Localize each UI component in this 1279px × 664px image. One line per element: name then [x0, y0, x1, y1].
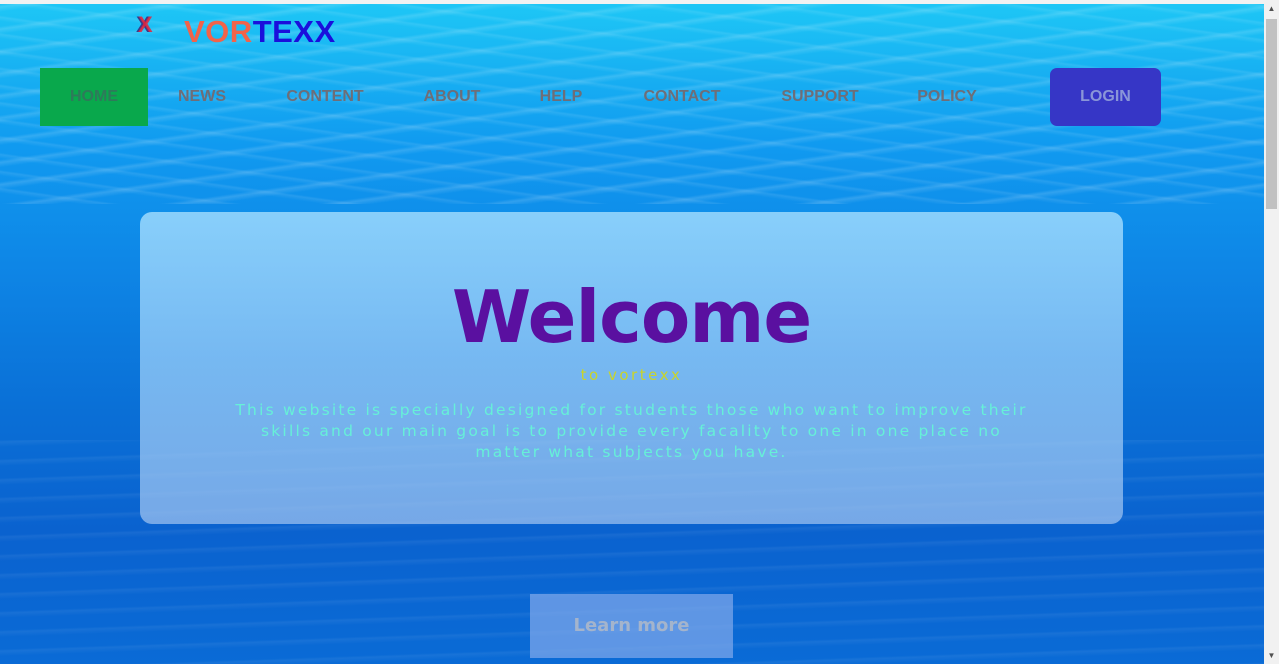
vertical-scrollbar[interactable]: ▲ ▼	[1264, 0, 1279, 664]
welcome-card: Welcome to vortexx This website is speci…	[140, 212, 1123, 524]
triangle-up-icon[interactable]: ▲	[1264, 0, 1279, 17]
top-border	[0, 0, 1264, 4]
logo-icon[interactable]: X X	[136, 12, 158, 38]
nav-item-news[interactable]: NEWS	[166, 68, 238, 126]
brand-name-part2: TEXX	[252, 14, 336, 49]
login-button[interactable]: LOGIN	[1050, 68, 1161, 126]
nav-item-support[interactable]: SUPPORT	[770, 68, 870, 126]
tagline: to vortexx	[580, 366, 683, 384]
brand-name[interactable]: VORTEXX	[184, 14, 336, 50]
brand-name-part1: VOR	[184, 14, 253, 49]
nav-item-policy[interactable]: POLICY	[908, 68, 986, 126]
nav-item-content[interactable]: CONTENT	[276, 68, 374, 126]
nav-item-contact[interactable]: CONTACT	[630, 68, 734, 126]
learn-more-button[interactable]: Learn more	[530, 594, 733, 658]
page-title: Welcome	[451, 275, 812, 359]
triangle-down-icon[interactable]: ▼	[1264, 647, 1279, 664]
nav-item-help[interactable]: HELP	[530, 68, 592, 126]
nav-item-home[interactable]: HOME	[40, 68, 148, 126]
description: This website is specially designed for s…	[235, 401, 1028, 461]
scroll-thumb[interactable]	[1266, 19, 1277, 209]
nav-item-about[interactable]: ABOUT	[412, 68, 492, 126]
